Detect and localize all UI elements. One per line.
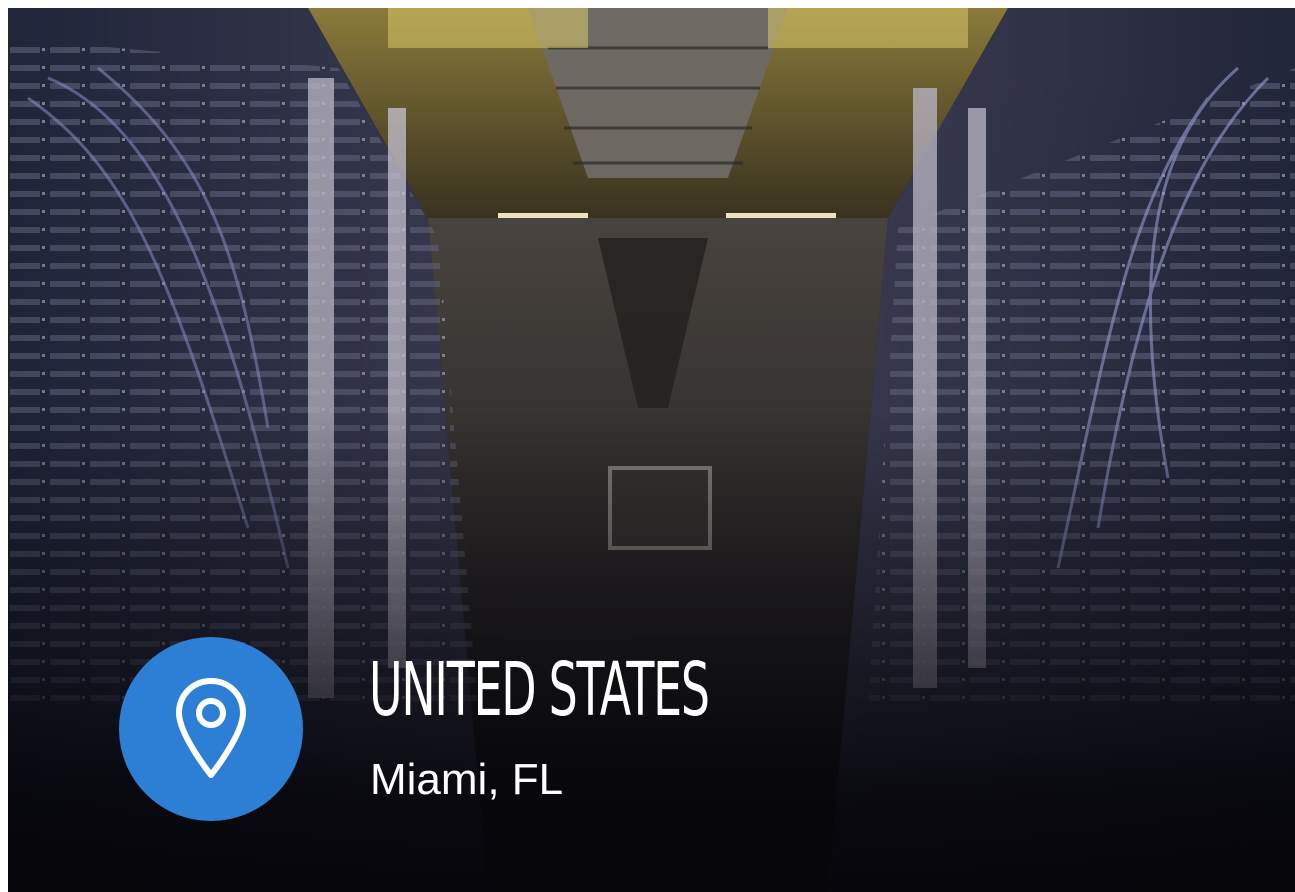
city-subtitle: Miami, FL — [370, 755, 564, 804]
country-title: UNITED STATES — [369, 647, 710, 733]
location-badge — [119, 637, 303, 821]
map-pin-icon — [176, 678, 246, 778]
location-card[interactable]: UNITED STATES Miami, FL — [8, 8, 1295, 892]
